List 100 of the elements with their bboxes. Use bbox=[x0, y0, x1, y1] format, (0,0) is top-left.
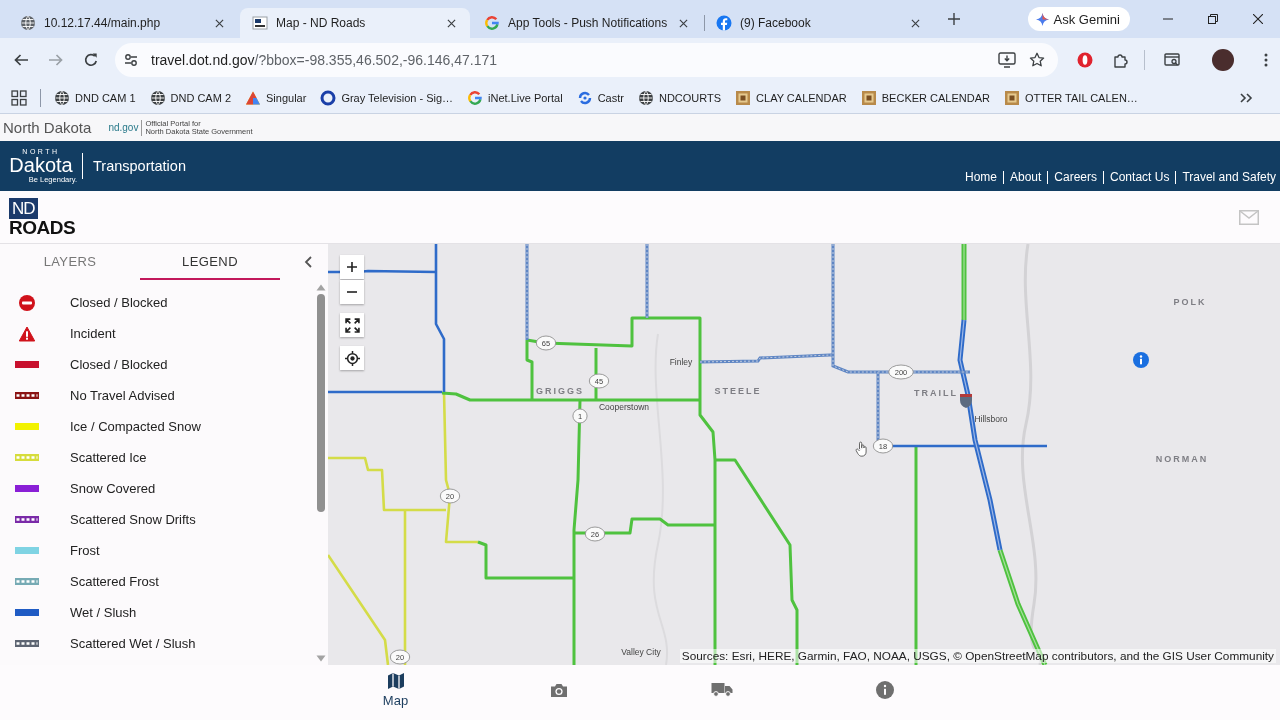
town-label: Hillsboro bbox=[974, 414, 1008, 424]
ring-icon[interactable] bbox=[1077, 52, 1093, 68]
tab-search-icon[interactable] bbox=[1164, 52, 1180, 68]
legend-label: Snow Covered bbox=[70, 481, 156, 496]
g-logo-icon bbox=[467, 89, 484, 106]
globe-icon bbox=[149, 89, 166, 106]
close-icon[interactable] bbox=[215, 18, 224, 28]
globe-icon bbox=[637, 89, 654, 106]
nav-link[interactable]: Careers bbox=[1047, 171, 1104, 184]
truck-icon bbox=[710, 682, 733, 697]
legend-label: Scattered Ice bbox=[70, 450, 147, 465]
legend-label: Incident bbox=[70, 326, 116, 341]
nav-link[interactable]: Home bbox=[958, 171, 1003, 184]
sparkle-icon bbox=[1035, 12, 1049, 26]
expand-icon bbox=[344, 317, 360, 333]
extensions-icon[interactable] bbox=[1113, 52, 1129, 68]
plus-icon[interactable] bbox=[948, 13, 960, 25]
profile-avatar-icon[interactable] bbox=[1212, 49, 1234, 71]
bookmark[interactable]: DND CAM 1 bbox=[47, 84, 143, 111]
nav-link[interactable]: About bbox=[1003, 171, 1048, 184]
bookmark[interactable]: NDCOURTS bbox=[630, 84, 729, 111]
install-icon[interactable] bbox=[998, 52, 1016, 68]
bookmark[interactable]: Gray Television - Sig… bbox=[313, 84, 461, 111]
apps-grid-icon[interactable] bbox=[11, 89, 27, 106]
hand-cursor-icon bbox=[855, 441, 869, 457]
ring-icon bbox=[320, 89, 337, 106]
locate-icon bbox=[344, 350, 360, 366]
close-icon[interactable] bbox=[911, 18, 920, 28]
portal-link[interactable]: nd.gov bbox=[108, 122, 139, 133]
county-label: STEELE bbox=[714, 386, 762, 396]
county-label: POLK bbox=[1173, 297, 1207, 307]
logo-initials[interactable]: ND bbox=[9, 197, 38, 219]
legend-label: Ice / Compacted Snow bbox=[70, 419, 201, 434]
reload-icon[interactable] bbox=[83, 52, 99, 68]
bookmark[interactable]: DND CAM 2 bbox=[142, 84, 239, 111]
warning-icon bbox=[19, 325, 35, 342]
legend-label: Scattered Wet / Slush bbox=[70, 636, 196, 651]
county-label: GRIGGS bbox=[536, 386, 584, 396]
browser-tab[interactable]: 10.12.17.44/main.php bbox=[8, 8, 238, 38]
state-name: North Dakota bbox=[3, 119, 92, 136]
site-logo-icon bbox=[252, 15, 268, 31]
close-icon[interactable] bbox=[679, 18, 688, 28]
legend-label: Closed / Blocked bbox=[70, 295, 168, 310]
town-label: Valley City bbox=[621, 647, 661, 657]
legend-label: Scattered Frost bbox=[70, 574, 159, 589]
county-label: TRAILL bbox=[914, 388, 958, 398]
no-entry-icon bbox=[19, 294, 35, 311]
plus-icon bbox=[347, 262, 357, 272]
swirl-icon bbox=[576, 89, 593, 106]
town-label: Cooperstown bbox=[598, 402, 650, 412]
bookmark[interactable]: BECKER CALENDAR bbox=[853, 84, 997, 111]
picture-frame-icon bbox=[860, 89, 877, 106]
globe-icon bbox=[20, 15, 36, 31]
map-icon bbox=[386, 671, 405, 690]
bookmark[interactable]: CLAY CALENDAR bbox=[728, 84, 854, 111]
locate-button[interactable] bbox=[340, 346, 364, 370]
globe-icon bbox=[54, 89, 70, 106]
bookmark[interactable]: Castr bbox=[569, 84, 631, 111]
ask-gemini-button[interactable]: Ask Gemini bbox=[1027, 7, 1130, 31]
bottom-nav-tab[interactable]: Map bbox=[314, 665, 477, 720]
star-icon[interactable] bbox=[1029, 52, 1045, 68]
nav-link[interactable]: Travel and Safety bbox=[1175, 171, 1280, 184]
county-label: NORMAN bbox=[1155, 454, 1209, 464]
scrollbar-thumb[interactable] bbox=[317, 294, 325, 512]
triangle-icon bbox=[245, 89, 262, 106]
info-icon[interactable] bbox=[1133, 352, 1149, 368]
browser-tab[interactable]: Map - ND Roads bbox=[240, 8, 470, 38]
logo-wordmark[interactable]: ROADS bbox=[9, 218, 76, 237]
town-label: Finley bbox=[669, 357, 693, 367]
browser-tab[interactable]: (9) Facebook bbox=[704, 8, 934, 38]
address-bar[interactable]: travel.dot.nd.gov/?bbox=-98.355,46.502,-96.146,47.171 bbox=[115, 43, 1058, 77]
bookmark[interactable]: OTTER TAIL CALEN… bbox=[996, 84, 1145, 111]
logo-text: Dakota bbox=[9, 156, 73, 175]
panel-tab[interactable]: LAYERS bbox=[0, 244, 140, 280]
chevron-left-icon[interactable] bbox=[304, 256, 312, 268]
interstate-shield-icon bbox=[960, 394, 972, 408]
close-icon bbox=[1252, 14, 1263, 24]
site-settings-icon[interactable] bbox=[123, 52, 139, 68]
restore-icon bbox=[1207, 14, 1218, 24]
panel-tab[interactable]: LEGEND bbox=[140, 244, 280, 280]
legend-label: Frost bbox=[70, 543, 100, 558]
legend-label: Closed / Blocked bbox=[70, 357, 168, 372]
fullscreen-button[interactable] bbox=[340, 313, 364, 337]
legend-label: No Travel Advised bbox=[70, 388, 175, 403]
picture-frame-icon bbox=[735, 89, 752, 106]
nav-link[interactable]: Contact Us bbox=[1103, 171, 1176, 184]
section-title: Transportation bbox=[93, 158, 186, 174]
zoom-in-button[interactable] bbox=[340, 255, 364, 279]
zoom-out-button[interactable] bbox=[340, 280, 364, 304]
back-arrow-icon[interactable] bbox=[13, 52, 29, 68]
bookmark[interactable]: Singular bbox=[238, 84, 314, 111]
browser-tab[interactable]: App Tools - Push Notifications bbox=[472, 8, 702, 38]
info-icon bbox=[875, 680, 894, 699]
bookmark[interactable]: iNet.Live Portal bbox=[460, 84, 570, 111]
map-attribution: Sources: Esri, HERE, Garmin, FAO, NOAA, USGS, © OpenStreetMap contributors, and the GIS User Community bbox=[679, 649, 1276, 663]
g-logo-icon bbox=[484, 15, 500, 31]
legend-label: Wet / Slush bbox=[70, 605, 137, 620]
close-icon[interactable] bbox=[447, 18, 456, 28]
picture-frame-icon bbox=[1003, 89, 1020, 106]
f-logo-icon bbox=[716, 15, 732, 31]
